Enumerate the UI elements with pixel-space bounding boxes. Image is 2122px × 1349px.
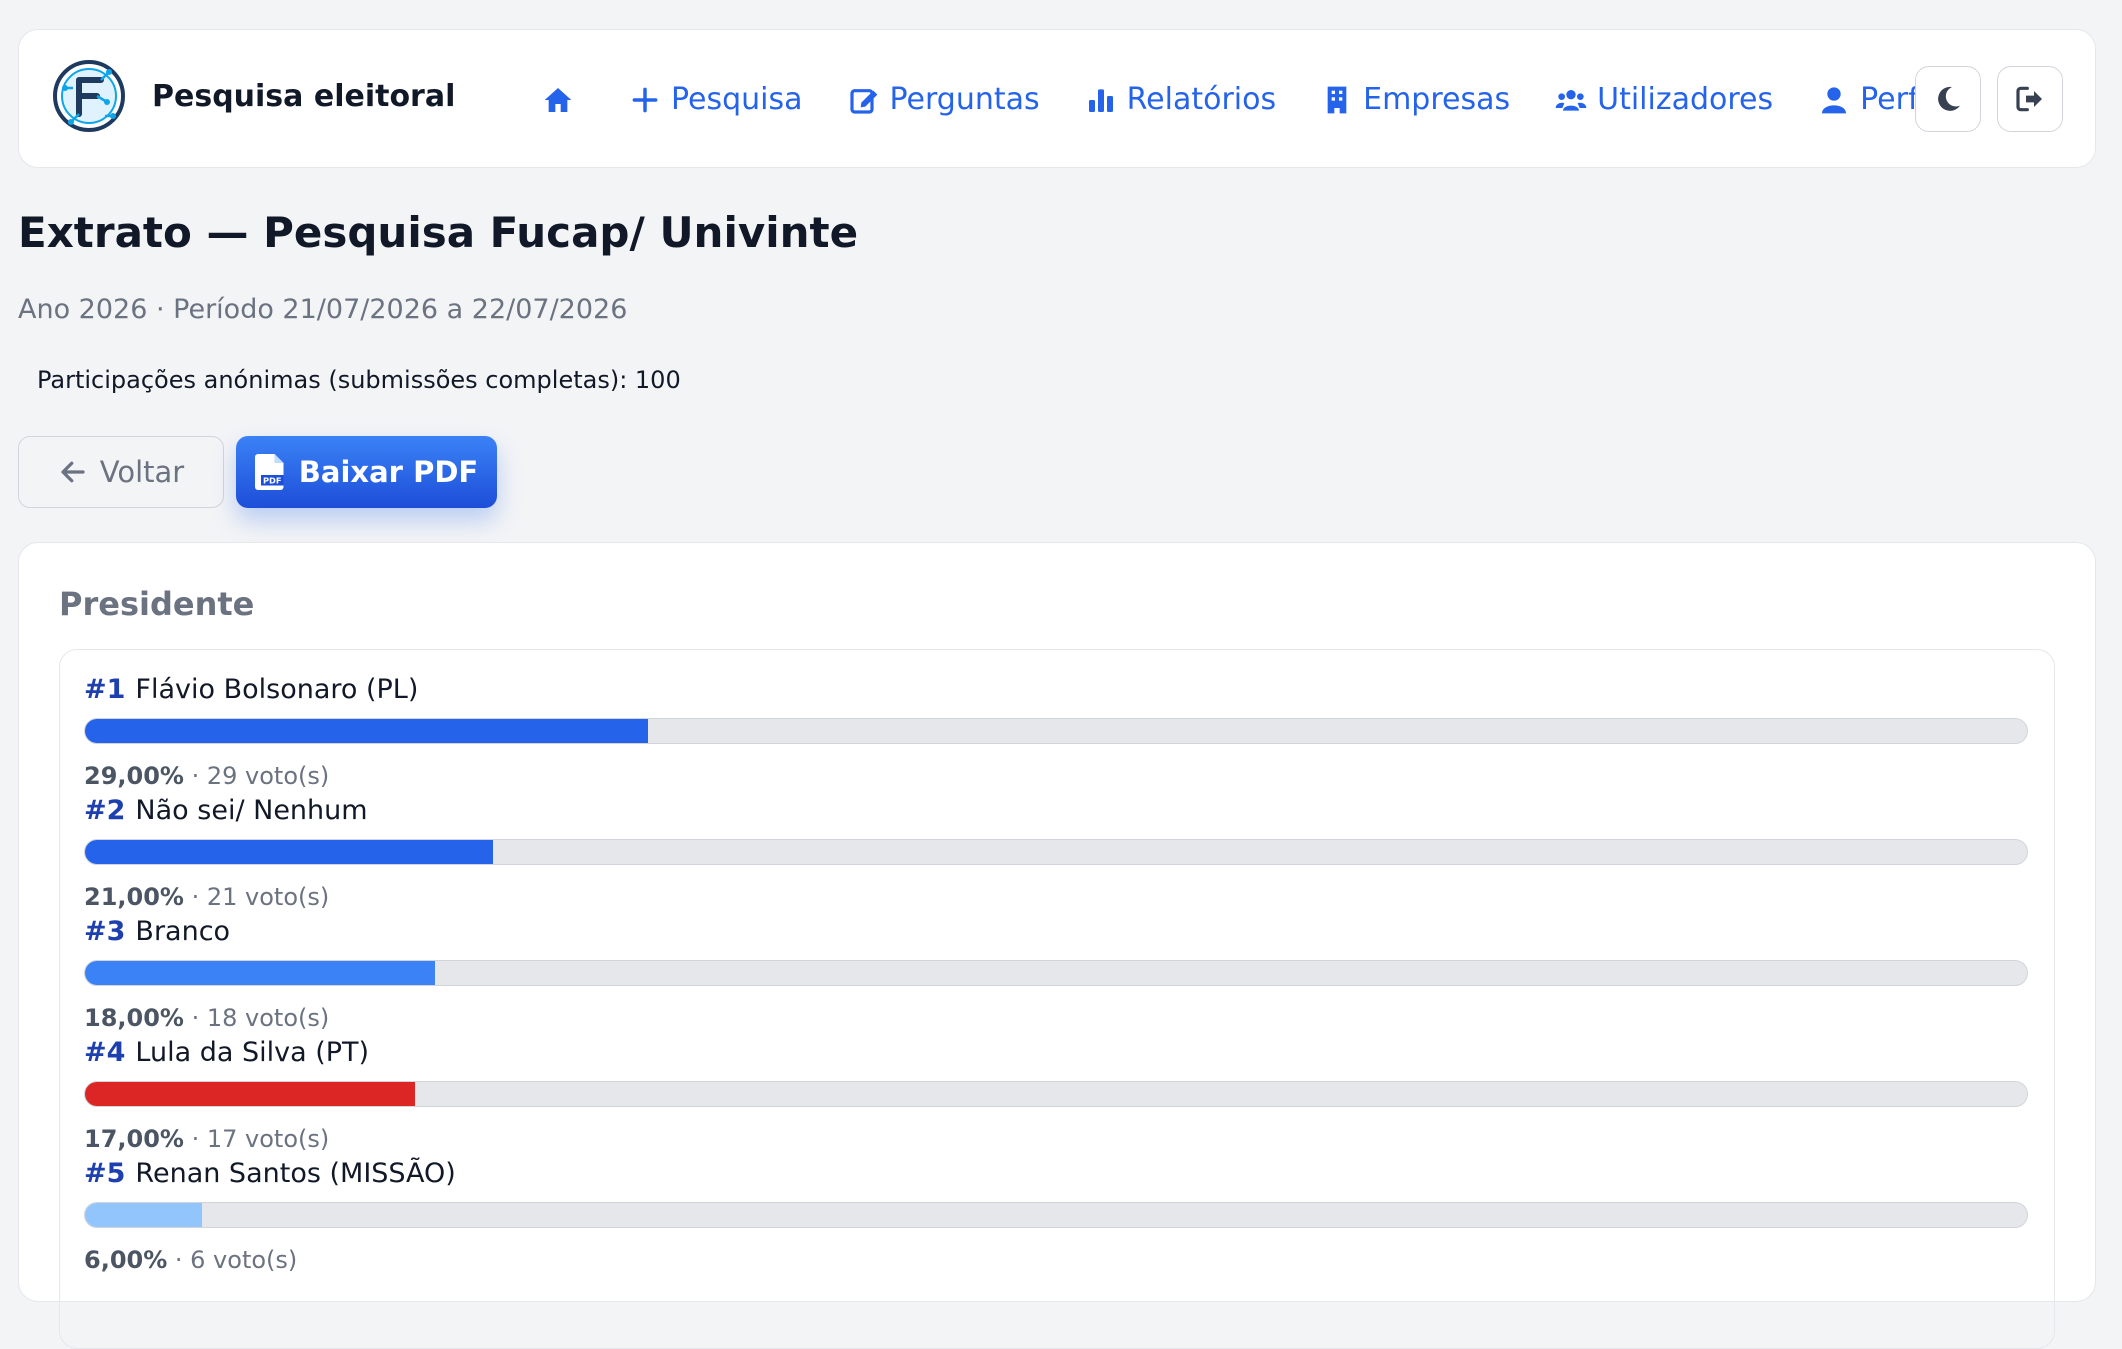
result-percent: 21,00%: [84, 883, 184, 911]
result-name: Não sei/ Nenhum: [135, 795, 368, 826]
results-list: #1 Flávio Bolsonaro (PL) 29,00% · 29 voto…: [59, 649, 2055, 1349]
result-label: #4 Lula da Silva (PT): [84, 1037, 369, 1068]
svg-text:PDF: PDF: [263, 476, 282, 486]
nav-pesquisa[interactable]: Pesquisa: [628, 82, 803, 117]
result-row: #3 Branco 18,00% · 18 voto(s): [84, 916, 2028, 1032]
result-votes: 18 voto(s): [206, 1004, 330, 1032]
building-icon: [1320, 83, 1354, 117]
nav-perguntas-label: Perguntas: [889, 82, 1040, 117]
result-name: Lula da Silva (PT): [135, 1037, 370, 1068]
result-rank: #4: [84, 1037, 126, 1068]
result-bar-track: [84, 718, 2028, 744]
result-row: #1 Flávio Bolsonaro (PL) 29,00% · 29 voto…: [84, 674, 2028, 790]
edit-icon: [847, 83, 881, 117]
pdf-file-icon: PDF: [254, 454, 284, 490]
circuit-f-logo: [53, 60, 125, 132]
result-bar-fill: [85, 840, 493, 864]
result-stats: 6,00% · 6 voto(s): [84, 1246, 298, 1274]
result-percent: 18,00%: [84, 1004, 184, 1032]
result-votes: 29 voto(s): [206, 762, 330, 790]
result-bar-track: [84, 1081, 2028, 1107]
result-row: #2 Não sei/ Nenhum 21,00% · 21 voto(s): [84, 795, 2028, 911]
page-title: Extrato — Pesquisa Fucap/ Univinte: [18, 208, 859, 257]
result-stats: 21,00% · 21 voto(s): [84, 883, 330, 911]
chart-bars-icon: [1084, 83, 1118, 117]
result-votes: 6 voto(s): [190, 1246, 298, 1274]
result-label: #2 Não sei/ Nenhum: [84, 795, 368, 826]
result-bar-track: [84, 960, 2028, 986]
result-stats: 17,00% · 17 voto(s): [84, 1125, 330, 1153]
nav-utilizadores[interactable]: Utilizadores: [1554, 82, 1773, 117]
result-label: #5 Renan Santos (MISSÃO): [84, 1158, 456, 1189]
back-button-label: Voltar: [99, 455, 185, 489]
download-pdf-label: Baixar PDF: [298, 455, 479, 489]
nav-pesquisa-label: Pesquisa: [671, 82, 803, 117]
brand[interactable]: Pesquisa eleitoral: [51, 58, 455, 134]
result-label: #3 Branco: [84, 916, 230, 947]
result-percent: 6,00%: [84, 1246, 168, 1274]
nav-relatorios-label: Relatórios: [1126, 82, 1277, 117]
question-title: Presidente: [59, 585, 255, 623]
result-bar-track: [84, 1202, 2028, 1228]
result-name: Renan Santos (MISSÃO): [135, 1158, 456, 1189]
result-bar-fill: [85, 1203, 202, 1227]
theme-toggle-button[interactable]: [1915, 66, 1981, 132]
page-subtitle: Ano 2026 · Período 21/07/2026 a 22/07/20…: [18, 294, 628, 325]
result-bar-fill: [85, 961, 435, 985]
back-button[interactable]: Voltar: [18, 436, 224, 508]
question-card: Presidente #1 Flávio Bolsonaro (PL) 29,00…: [18, 542, 2096, 1349]
download-pdf-button[interactable]: PDF Baixar PDF: [236, 436, 497, 508]
users-icon: [1554, 83, 1588, 117]
result-votes: 17 voto(s): [206, 1125, 330, 1153]
nav-home[interactable]: [541, 83, 584, 117]
result-bar-fill: [85, 1082, 416, 1106]
result-bar-track: [84, 839, 2028, 865]
result-percent: 17,00%: [84, 1125, 184, 1153]
nav-empresas-label: Empresas: [1363, 82, 1511, 117]
home-icon: [541, 83, 575, 117]
result-stats: 18,00% · 18 voto(s): [84, 1004, 330, 1032]
result-bar-fill: [85, 719, 649, 743]
brand-name: Pesquisa eleitoral: [152, 78, 456, 114]
nav-empresas[interactable]: Empresas: [1320, 82, 1510, 117]
participations-count: Participações anónimas (submissões compl…: [37, 366, 681, 394]
result-name: Flávio Bolsonaro (PL): [135, 674, 419, 705]
result-percent: 29,00%: [84, 762, 184, 790]
result-votes: 21 voto(s): [206, 883, 330, 911]
user-icon: [1817, 83, 1851, 117]
nav-relatorios[interactable]: Relatórios: [1084, 82, 1276, 117]
main-nav: Pesquisa Perguntas Relatórios Empresas U…: [541, 30, 1979, 169]
arrow-left-icon: [61, 461, 85, 483]
top-navbar: Pesquisa eleitoral Pesquisa Perguntas Re…: [18, 29, 2096, 168]
logout-icon: [2016, 86, 2042, 112]
result-rank: #1: [84, 674, 126, 705]
result-stats: 29,00% · 29 voto(s): [84, 762, 330, 790]
result-name: Branco: [135, 916, 231, 947]
result-row: #5 Renan Santos (MISSÃO) 6,00% · 6 voto(s…: [84, 1158, 2028, 1274]
result-row: #4 Lula da Silva (PT) 17,00% · 17 voto(s): [84, 1037, 2028, 1153]
nav-utilizadores-label: Utilizadores: [1597, 82, 1774, 117]
logout-button[interactable]: [1997, 66, 2063, 132]
plus-icon: [628, 83, 662, 117]
result-rank: #3: [84, 916, 126, 947]
moon-icon: [1938, 86, 1960, 111]
result-label: #1 Flávio Bolsonaro (PL): [84, 674, 418, 705]
result-rank: #5: [84, 1158, 126, 1189]
nav-perguntas[interactable]: Perguntas: [847, 82, 1040, 117]
result-rank: #2: [84, 795, 126, 826]
